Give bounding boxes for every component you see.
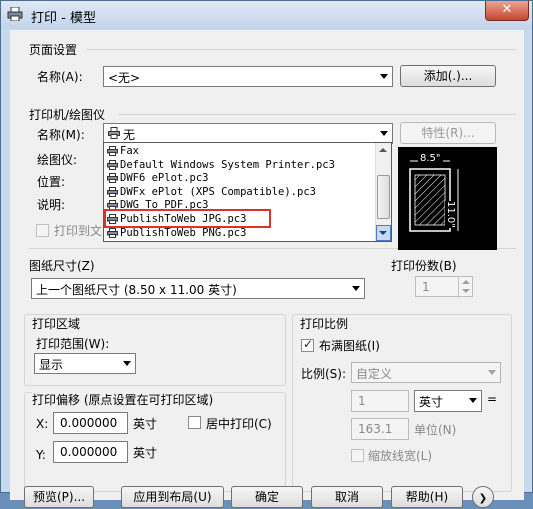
printer-icon bbox=[107, 227, 118, 238]
scale-ratio-value: 自定义 bbox=[356, 367, 393, 381]
printer-icon bbox=[107, 159, 118, 170]
scale-ratio-select[interactable]: 自定义 bbox=[351, 362, 501, 383]
printer-name-select[interactable]: 无 bbox=[103, 123, 393, 144]
spin-up-icon bbox=[462, 280, 470, 284]
chevron-down-icon bbox=[123, 361, 131, 366]
print-range-select[interactable]: 显示 bbox=[34, 353, 136, 374]
offset-x-input[interactable]: 0.000000 bbox=[53, 412, 128, 434]
print-range-label: 打印范围(W): bbox=[36, 337, 110, 351]
equals-sign: = bbox=[487, 392, 498, 406]
highlight-box bbox=[104, 209, 271, 228]
scale-lineweights-label: 缩放线宽(L) bbox=[368, 449, 433, 463]
scale-unit2-label: 单位(N) bbox=[414, 423, 457, 437]
copies-stepper[interactable]: 1 bbox=[415, 276, 473, 298]
window-title: 打印 - 模型 bbox=[31, 11, 96, 26]
offset-y-input[interactable]: 0.000000 bbox=[53, 441, 128, 463]
offset-x-unit: 英寸 bbox=[133, 417, 158, 431]
location-label: 位置: bbox=[37, 175, 66, 189]
printer-icon bbox=[107, 173, 118, 184]
expand-button[interactable]: ❯ bbox=[472, 486, 494, 508]
chevron-down-icon bbox=[380, 74, 388, 79]
printer-properties-button[interactable]: 特性(R)... bbox=[400, 122, 496, 144]
title-bar: 打印 - 模型 ✕ bbox=[1, 1, 532, 29]
close-icon: ✕ bbox=[501, 2, 513, 17]
page-setup-name-label: 名称(A): bbox=[37, 70, 83, 84]
fit-to-paper-label: 布满图纸(I) bbox=[319, 339, 380, 353]
separator bbox=[86, 49, 516, 50]
expand-arrow-icon: ❯ bbox=[478, 493, 488, 504]
plotter-label: 绘图仪: bbox=[37, 153, 78, 167]
chevron-down-icon bbox=[469, 398, 477, 403]
print-range-value: 显示 bbox=[39, 358, 64, 372]
printer-icon bbox=[107, 186, 118, 197]
center-plot-label: 居中打印(C) bbox=[206, 417, 272, 431]
printer-icon bbox=[107, 146, 118, 156]
print-to-file-checkbox[interactable] bbox=[36, 224, 49, 237]
page-setup-name-value: <无> bbox=[108, 71, 141, 85]
separator bbox=[118, 114, 516, 115]
dropdown-scrollbar[interactable] bbox=[375, 143, 391, 241]
paper-size-value: 上一个图纸尺寸 (8.50 x 11.00 英寸) bbox=[36, 283, 237, 297]
offset-x-label: X: bbox=[36, 417, 49, 431]
print-dialog: 打印 - 模型 ✕ 页面设置 名称(A): <无> 添加(.)... 打印机/绘… bbox=[0, 0, 533, 508]
scale-value1-input[interactable]: 1 bbox=[351, 390, 409, 412]
plot-scale-group-label: 打印比例 bbox=[300, 315, 349, 332]
chevron-down-icon bbox=[488, 370, 496, 375]
print-to-file-label: 打印到文件(F) bbox=[54, 224, 102, 238]
chevron-down-icon bbox=[380, 131, 388, 136]
preview-width-label: 8.5" bbox=[418, 153, 443, 164]
page-setup-name-select[interactable]: <无> bbox=[103, 66, 393, 87]
help-button[interactable]: 帮助(H) bbox=[391, 486, 463, 508]
copies-value: 1 bbox=[422, 280, 430, 294]
scale-value2-input[interactable]: 163.1 bbox=[351, 418, 409, 440]
ok-button[interactable]: 确定 bbox=[231, 486, 303, 508]
printer-name-label: 名称(M): bbox=[37, 128, 85, 142]
copies-label: 打印份数(B) bbox=[391, 259, 457, 273]
printer-icon bbox=[7, 7, 23, 21]
apply-to-layout-button[interactable]: 应用到布局(U) bbox=[121, 486, 224, 508]
spin-down-icon bbox=[462, 289, 470, 293]
print-area-group-label: 打印区域 bbox=[32, 315, 81, 332]
printer-icon bbox=[108, 127, 120, 139]
preview-button[interactable]: 预览(P)... bbox=[24, 486, 94, 508]
offset-y-label: Y: bbox=[36, 448, 46, 462]
center-plot-checkbox[interactable] bbox=[188, 416, 201, 429]
preview-height-label: 11.0" bbox=[445, 201, 456, 228]
copies-spin-buttons[interactable] bbox=[458, 277, 472, 298]
page-setup-group-label: 页面设置 bbox=[29, 43, 78, 57]
printer-group-label: 打印机/绘图仪 bbox=[29, 108, 106, 122]
add-page-setup-button[interactable]: 添加(.)... bbox=[400, 65, 496, 87]
description-label: 说明: bbox=[37, 198, 66, 212]
scroll-thumb[interactable] bbox=[377, 175, 390, 219]
scroll-down-icon bbox=[379, 231, 387, 235]
paper-size-group-label: 图纸尺寸(Z) bbox=[29, 259, 95, 273]
scroll-up-icon bbox=[379, 148, 387, 152]
chevron-down-icon bbox=[352, 286, 360, 291]
fit-to-paper-checkbox[interactable] bbox=[301, 337, 314, 352]
scale-ratio-label: 比例(S): bbox=[301, 367, 347, 381]
print-offset-group-label: 打印偏移 (原点设置在可打印区域) bbox=[32, 391, 214, 408]
paper-preview bbox=[398, 147, 497, 250]
cancel-button[interactable]: 取消 bbox=[311, 486, 383, 508]
scale-unit-select[interactable]: 英寸 bbox=[414, 390, 482, 412]
printer-name-value: 无 bbox=[123, 128, 136, 142]
offset-y-unit: 英寸 bbox=[133, 446, 158, 460]
dialog-body: 页面设置 名称(A): <无> 添加(.)... 打印机/绘图仪 名称(M): … bbox=[10, 30, 524, 508]
scale-lineweights-checkbox[interactable] bbox=[351, 449, 364, 462]
close-button[interactable]: ✕ bbox=[485, 1, 529, 21]
scale-unit-value: 英寸 bbox=[419, 395, 444, 409]
paper-size-select[interactable]: 上一个图纸尺寸 (8.50 x 11.00 英寸) bbox=[31, 278, 365, 299]
